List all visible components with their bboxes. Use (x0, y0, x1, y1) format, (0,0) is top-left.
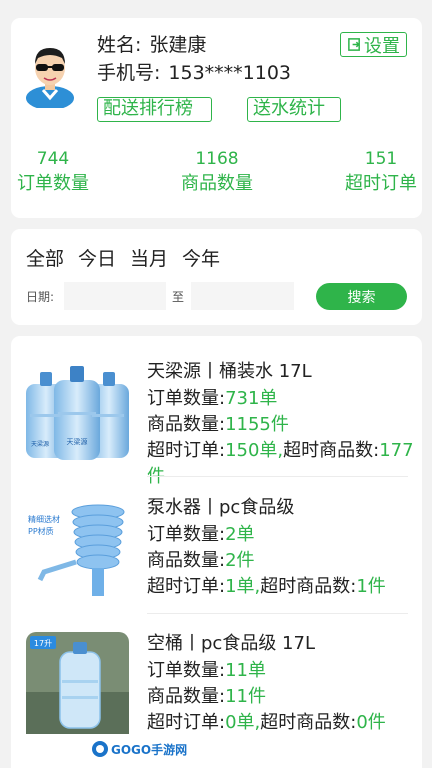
water-bottles-image: 天梁源 天梁源 (26, 366, 129, 460)
stat-goods: 1168 商品数量 (181, 149, 253, 194)
svg-text:17升: 17升 (34, 639, 52, 648)
date-label: 日期: (26, 290, 55, 304)
water-statistics-button[interactable]: 送水统计 (247, 97, 341, 122)
delivery-ranking-button[interactable]: 配送排行榜 (97, 97, 212, 122)
divider (147, 613, 408, 614)
svg-text:天梁源: 天梁源 (67, 437, 88, 446)
date-end-input[interactable] (191, 282, 294, 310)
profile-card: 姓名: 张建康 手机号: 153****1103 设置 配送排行榜 送水统计 744… (11, 18, 422, 218)
empty-bucket-image: 17升 (26, 632, 129, 734)
stat-orders: 744 订单数量 (17, 149, 89, 194)
search-button[interactable]: 搜索 (316, 283, 407, 310)
gogo-logo-icon (92, 741, 108, 757)
item-details: 天梁源丨桶装水 17L 订单数量:731单 商品数量:1155件 超时订单:15… (147, 358, 417, 490)
item-title: 空桶丨pc食品级 17L (147, 633, 315, 654)
item-details: 泵水器丨pc食品级 订单数量:2单 商品数量:2件 超时订单:1单,超时商品数:… (147, 494, 417, 600)
tab-today[interactable]: 今日 (78, 245, 116, 273)
water-pump-image: 精细选材 PP材质 (28, 504, 125, 596)
watermark: GOGO手游网 (91, 740, 187, 758)
date-start-input[interactable] (64, 282, 166, 310)
settings-button[interactable]: 设置 (340, 32, 407, 57)
item-title: 天梁源丨桶装水 17L (147, 361, 312, 382)
date-separator: 至 (172, 290, 185, 304)
logout-icon (348, 38, 360, 51)
svg-text:天梁源: 天梁源 (31, 440, 49, 448)
item-details: 空桶丨pc食品级 17L 订单数量:11单 商品数量:11件 超时订单:0单,超… (147, 630, 417, 736)
stat-overtime: 151 超时订单 (345, 149, 417, 194)
tab-month[interactable]: 当月 (130, 245, 168, 273)
tab-year[interactable]: 今年 (182, 245, 220, 273)
user-phone: 手机号: 153****1103 (97, 62, 292, 84)
divider (147, 476, 408, 477)
svg-text:PP材质: PP材质 (28, 526, 54, 536)
period-tabs: 全部 今日 当月 今年 (26, 245, 220, 273)
svg-text:精细选材: 精细选材 (28, 514, 60, 524)
item-title: 泵水器丨pc食品级 (147, 497, 295, 518)
avatar (26, 48, 74, 108)
tab-all[interactable]: 全部 (26, 245, 64, 273)
product-list: 天梁源 天梁源 天梁源丨桶装水 17L 订单数量:731单 商品数量:1155件… (11, 336, 422, 768)
user-name: 姓名: 张建康 (97, 34, 207, 56)
filter-card: 全部 今日 当月 今年 日期: 至 搜索 (11, 229, 422, 325)
